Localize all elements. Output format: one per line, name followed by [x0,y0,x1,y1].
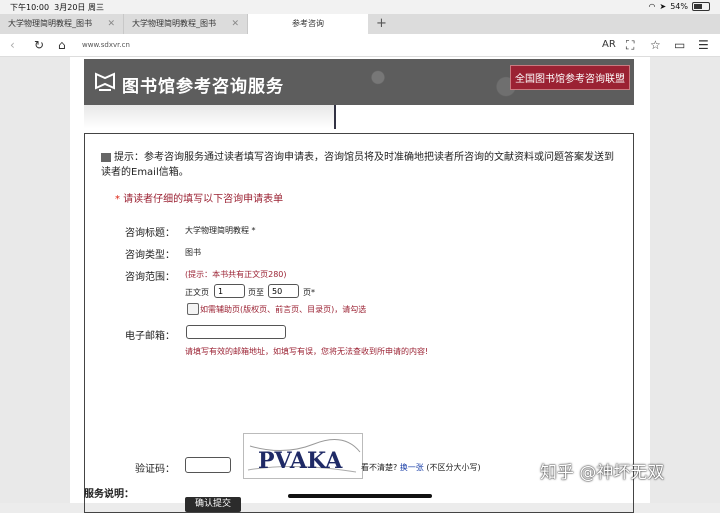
tab-label: 大学物理简明教程_图书 [8,19,92,28]
page-content: 图书馆参考咨询服务 全国图书馆参考咨询联盟 提示：参考咨询服务通过读者填写咨询申… [70,57,650,513]
status-bar: 下午10:00 3月20日 周三 ◠ ➤ 54% [0,0,720,14]
browser-toolbar: ‹ ↻ ⌂ www.sdxvr.cn AR ⛶ ☆ ▭ ☰ [0,34,720,57]
page-background: 图书馆参考咨询服务 全国图书馆参考咨询联盟 提示：参考咨询服务通过读者填写咨询申… [0,57,720,513]
page-end-label: 页* [303,288,315,297]
tip-text: 提示：参考咨询服务通过读者填写咨询申请表，咨询馆员将及时准确地把读者所咨询的文献… [101,152,614,178]
ar-button[interactable]: AR [602,37,616,53]
captcha-image: PVAKA [243,433,363,479]
email-note: 请填写有效的邮箱地址，如填写有误，您将无法查收到所申请的内容! [185,347,429,356]
sub-bar [84,105,334,129]
close-icon[interactable]: ✕ [231,14,239,34]
divider [334,105,336,129]
speaker-icon [101,152,111,162]
submit-button[interactable]: 确认提交 [185,497,241,512]
battery-percent: 54% [670,2,688,11]
captcha-graphic: PVAKA [247,439,361,474]
url-field[interactable]: www.sdxvr.cn [82,39,130,51]
page-to-label: 页至 [248,288,264,297]
watermark: 知乎 @神坏无双 [540,463,665,483]
status-time: 下午10:00 3月20日 周三 [10,3,104,12]
battery-icon [692,2,710,11]
service-title: 服务说明： [84,489,134,500]
consult-form: 提示：参考咨询服务通过读者填写咨询申请表，咨询馆员将及时准确地把读者所咨询的文献… [84,133,634,513]
banner: 图书馆参考咨询服务 全国图书馆参考咨询联盟 [84,59,634,105]
refresh-captcha-link[interactable]: 换一张 [400,463,424,472]
union-link[interactable]: 全国图书馆参考咨询联盟 [510,65,630,90]
title-label: 咨询标题： [125,228,175,239]
type-value: 图书 [185,248,201,257]
book-icon[interactable]: ▭ [674,37,685,53]
range-hint: (提示：本书共有正文页280) [185,270,287,279]
page-to-input[interactable]: 50 [268,284,299,298]
email-label: 电子邮箱： [125,331,175,342]
title-value: 大学物理简明教程 * [185,226,256,235]
aux-pages-checkbox[interactable] [187,303,199,315]
library-logo-icon [95,72,115,91]
range-label: 咨询范围： [125,272,175,283]
email-input[interactable] [186,325,286,339]
tab-bar: 大学物理简明教程_图书 ✕ 大学物理简明教程_图书 ✕ 参考咨询 + [0,14,720,34]
required-note: * 请读者仔细的填写以下咨询申请表单 [115,194,284,205]
wifi-icon: ◠ [648,2,656,11]
location-icon: ➤ [659,2,667,11]
captcha-input[interactable] [185,457,231,473]
home-icon[interactable]: ⌂ [58,37,66,53]
captcha-text: PVAKA [258,448,343,474]
aux-pages-label: 如需辅助页(版权页、前言页、目录页)，请勾选 [200,305,367,314]
type-label: 咨询类型： [125,250,175,261]
tab-reference[interactable]: 参考咨询 [248,14,368,34]
captcha-help: 看不清楚? 换一张 (不区分大小写) [361,463,481,472]
tab-book-1[interactable]: 大学物理简明教程_图书 ✕ [0,14,124,34]
reload-icon[interactable]: ↻ [34,37,44,53]
tab-label: 大学物理简明教程_图书 [132,19,216,28]
back-icon[interactable]: ‹ [10,37,15,53]
scan-icon[interactable]: ⛶ [626,37,634,53]
page-from-label: 正文页 [185,288,209,297]
plus-icon[interactable]: + [376,14,387,34]
home-indicator [288,494,432,498]
close-icon[interactable]: ✕ [107,14,115,34]
page-from-input[interactable]: 1 [214,284,245,298]
banner-title: 图书馆参考咨询服务 [122,77,284,97]
captcha-label: 验证码： [135,464,175,475]
tab-book-2[interactable]: 大学物理简明教程_图书 ✕ [124,14,248,34]
tab-label: 参考咨询 [292,19,324,28]
menu-icon[interactable]: ☰ [698,37,709,53]
star-icon[interactable]: ☆ [650,37,661,53]
status-right: ◠ ➤ 54% [649,2,710,11]
